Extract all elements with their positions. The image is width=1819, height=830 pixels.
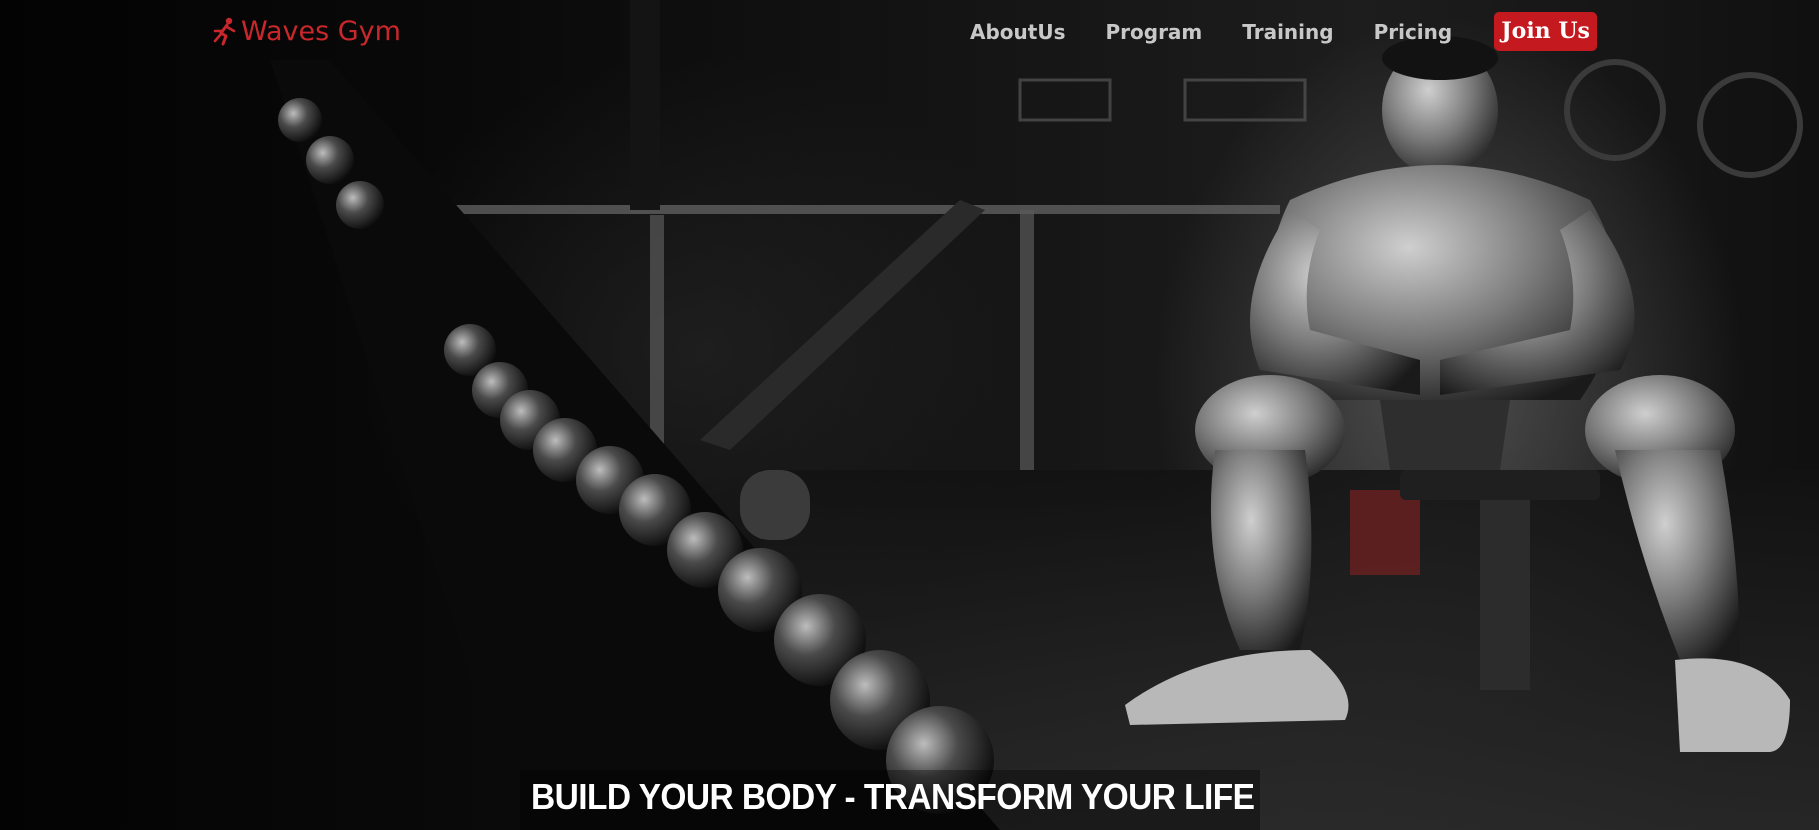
join-us-button[interactable]: Join Us — [1494, 12, 1597, 51]
main-nav: AboutUs Program Training Pricing Join Us — [970, 12, 1597, 51]
hero-section: Waves Gym AboutUs Program Training Prici… — [0, 0, 1819, 830]
nav-link-pricing[interactable]: Pricing — [1374, 15, 1453, 49]
running-man-icon — [213, 17, 236, 46]
hero-tagline: BUILD YOUR BODY - TRANSFORM YOUR LIFE — [531, 776, 1255, 817]
nav-link-program[interactable]: Program — [1105, 15, 1202, 49]
nav-link-aboutus[interactable]: AboutUs — [970, 15, 1065, 49]
logo-text: Waves Gym — [241, 16, 401, 47]
brand-logo[interactable]: Waves Gym — [210, 14, 401, 50]
nav-link-training[interactable]: Training — [1242, 15, 1333, 49]
hero-background-image — [270, 0, 1819, 830]
